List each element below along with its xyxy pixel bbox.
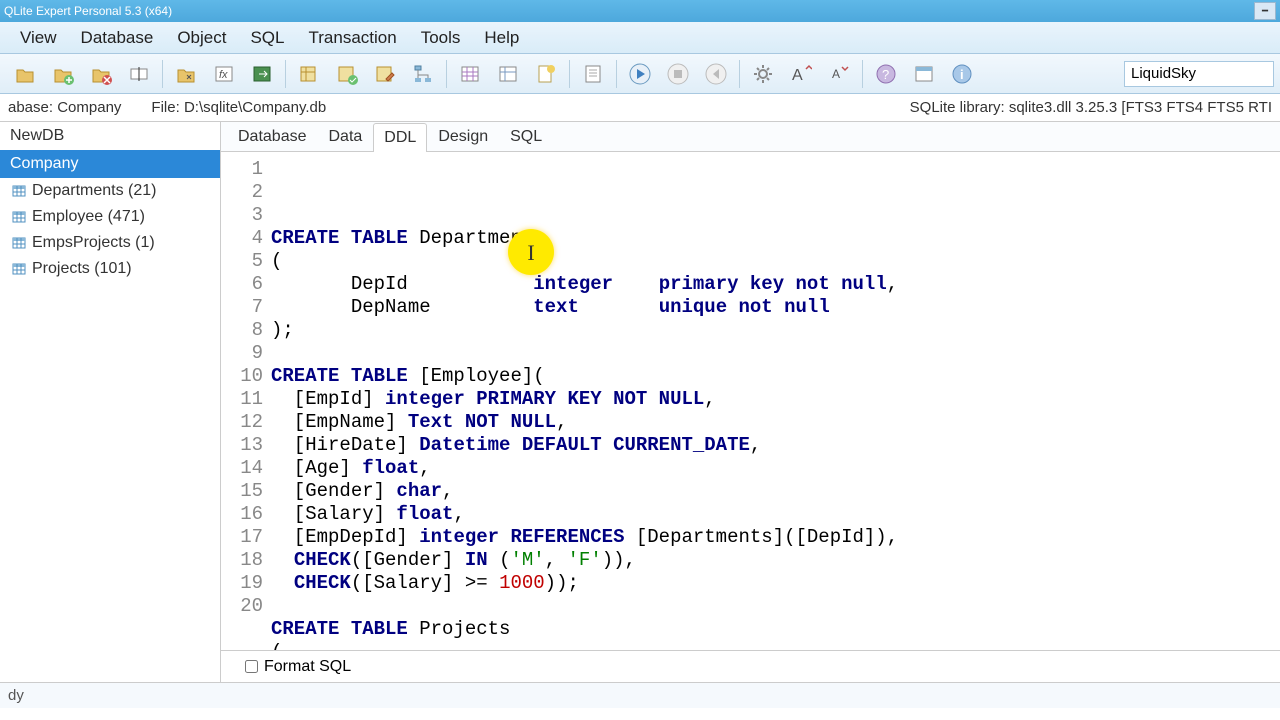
function-icon[interactable]: fx [207, 57, 241, 91]
table-item-projects[interactable]: Projects (101) [0, 256, 220, 282]
code-line[interactable]: [Gender] char, [271, 480, 898, 503]
menu-help[interactable]: Help [472, 24, 531, 52]
grid2-icon[interactable] [491, 57, 525, 91]
code-line[interactable]: CREATE TABLE [Employee]( [271, 365, 898, 388]
table-icon [12, 236, 26, 250]
info-bar: abase: Company File: D:\sqlite\Company.d… [0, 94, 1280, 122]
table-edit-icon[interactable] [368, 57, 402, 91]
db-item-company[interactable]: Company [0, 150, 220, 178]
remove-db-icon[interactable] [84, 57, 118, 91]
code-line[interactable]: [EmpId] integer PRIMARY KEY NOT NULL, [271, 388, 898, 411]
status-bar: dy [0, 682, 1280, 708]
code-line[interactable]: CREATE TABLE Projects [271, 618, 898, 641]
tab-data[interactable]: Data [318, 122, 374, 151]
table-item-employee[interactable]: Employee (471) [0, 204, 220, 230]
window-icon[interactable] [907, 57, 941, 91]
content-area: DatabaseDataDDLDesignSQL 123456789101112… [221, 122, 1280, 682]
menu-transaction[interactable]: Transaction [297, 24, 409, 52]
gear-icon[interactable] [746, 57, 780, 91]
new-table-icon[interactable] [292, 57, 326, 91]
db-name: Company [57, 99, 121, 116]
format-sql-label: Format SQL [264, 658, 351, 676]
format-sql-checkbox[interactable] [245, 660, 258, 673]
titlebar: QLite Expert Personal 5.3 (x64) ━ [0, 0, 1280, 22]
svg-text:fx: fx [219, 69, 228, 81]
table-icon [12, 262, 26, 276]
table-icon [12, 210, 26, 224]
code-line[interactable]: CREATE TABLE Departments [271, 227, 898, 250]
minimize-button[interactable]: ━ [1254, 2, 1276, 20]
svg-text:A: A [792, 67, 803, 84]
search-input[interactable] [1124, 61, 1274, 87]
menubar: ViewDatabaseObjectSQLTransactionToolsHel… [0, 22, 1280, 54]
format-bar: Format SQL [221, 650, 1280, 682]
tab-database[interactable]: Database [227, 122, 318, 151]
status-text: dy [8, 687, 24, 704]
run-icon[interactable] [623, 57, 657, 91]
add-db-icon[interactable] [46, 57, 80, 91]
page-icon[interactable] [576, 57, 610, 91]
code-line[interactable]: DepName text unique not null [271, 296, 898, 319]
info-icon[interactable]: i [945, 57, 979, 91]
code-line[interactable]: [HireDate] Datetime DEFAULT CURRENT_DATE… [271, 434, 898, 457]
help-icon[interactable]: ? [869, 57, 903, 91]
code-line[interactable]: CHECK([Salary] >= 1000)); [271, 572, 898, 595]
font-decrease-icon[interactable]: A [822, 57, 856, 91]
code-line[interactable]: [EmpName] Text NOT NULL, [271, 411, 898, 434]
sql-editor[interactable]: 1234567891011121314151617181920 CREATE T… [221, 152, 1280, 650]
menu-tools[interactable]: Tools [409, 24, 473, 52]
rewind-icon[interactable] [699, 57, 733, 91]
sqlite-library-info: SQLite library: sqlite3.dll 3.25.3 [FTS3… [910, 99, 1272, 116]
code-line[interactable]: ); [271, 319, 898, 342]
code-line[interactable]: CHECK([Gender] IN ('M', 'F')), [271, 549, 898, 572]
tab-ddl[interactable]: DDL [373, 123, 427, 152]
db-file-path: D:\sqlite\Company.db [184, 99, 326, 116]
tab-design[interactable]: Design [427, 122, 499, 151]
menu-sql[interactable]: SQL [238, 24, 296, 52]
code-line[interactable]: ( [271, 250, 898, 273]
main-area: NewDBCompanyDepartments (21)Employee (47… [0, 122, 1280, 682]
attach-icon[interactable] [169, 57, 203, 91]
toolbar: fx A A ? i [0, 54, 1280, 94]
code-line[interactable] [271, 342, 898, 365]
new-doc-icon[interactable] [529, 57, 563, 91]
code-line[interactable]: DepId integer primary key not null, [271, 273, 898, 296]
table-ok-icon[interactable] [330, 57, 364, 91]
stop-icon[interactable] [661, 57, 695, 91]
svg-text:A: A [832, 67, 840, 81]
cursor-highlight-icon: I [508, 229, 554, 275]
menu-object[interactable]: Object [165, 24, 238, 52]
table-icon [12, 184, 26, 198]
db-item-newdb[interactable]: NewDB [0, 122, 220, 150]
table-struct-icon[interactable] [406, 57, 440, 91]
font-increase-icon[interactable]: A [784, 57, 818, 91]
menu-view[interactable]: View [8, 24, 69, 52]
exit-icon[interactable] [245, 57, 279, 91]
code-line[interactable]: [Age] float, [271, 457, 898, 480]
code-line[interactable]: [Salary] float, [271, 503, 898, 526]
search-box [1124, 61, 1274, 87]
rename-icon[interactable] [122, 57, 156, 91]
svg-text:?: ? [882, 67, 889, 82]
line-gutter: 1234567891011121314151617181920 [221, 152, 271, 650]
svg-text:i: i [960, 67, 964, 82]
sidebar: NewDBCompanyDepartments (21)Employee (47… [0, 122, 221, 682]
code-line[interactable]: [EmpDepId] integer REFERENCES [Departmen… [271, 526, 898, 549]
table-item-empsprojects[interactable]: EmpsProjects (1) [0, 230, 220, 256]
menu-database[interactable]: Database [69, 24, 166, 52]
tab-strip: DatabaseDataDDLDesignSQL [221, 122, 1280, 152]
code-area[interactable]: CREATE TABLE Departments( DepId integer … [271, 152, 898, 650]
code-line[interactable]: ( [271, 641, 898, 650]
table-item-departments[interactable]: Departments (21) [0, 178, 220, 204]
grid-icon[interactable] [453, 57, 487, 91]
tab-sql[interactable]: SQL [499, 122, 553, 151]
open-db-icon[interactable] [8, 57, 42, 91]
window-title: QLite Expert Personal 5.3 (x64) [4, 4, 172, 18]
code-line[interactable] [271, 595, 898, 618]
